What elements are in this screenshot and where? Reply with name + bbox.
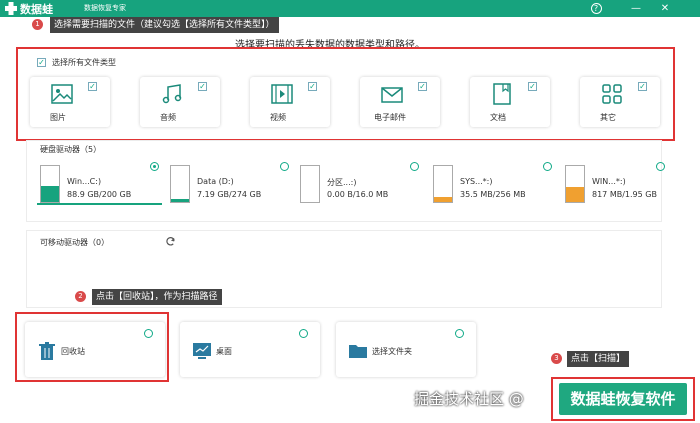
disk-icon <box>300 165 320 203</box>
drive-name: SYS...*:) <box>460 177 493 186</box>
disk-usage-fill <box>434 196 452 202</box>
refresh-icon[interactable] <box>165 236 176 247</box>
disk-usage-fill <box>566 186 584 202</box>
watermark-text: 掘金技术社区 @ <box>414 390 524 408</box>
desktop-icon <box>193 343 211 359</box>
drive-size: 0.00 B/16.0 MB <box>327 190 389 199</box>
other-icon <box>602 84 622 104</box>
file-type-label: 其它 <box>600 113 616 122</box>
app-brand: 数据蛙 <box>20 3 53 16</box>
image-checkbox[interactable]: ✓ <box>88 82 97 91</box>
disk-usage-fill <box>171 199 189 202</box>
recycle-bin-icon <box>39 342 55 360</box>
other-checkbox[interactable]: ✓ <box>638 82 647 91</box>
drive-radio[interactable] <box>150 162 159 171</box>
select-all-types[interactable]: ✓ 选择所有文件类型 <box>37 57 116 68</box>
drive-name: 分区...:) <box>327 178 357 187</box>
video-icon <box>271 84 293 104</box>
step-3-marker: 3 <box>551 353 562 364</box>
drive-name: Data (D:) <box>197 177 234 186</box>
folder-icon <box>349 345 367 358</box>
document-checkbox[interactable]: ✓ <box>528 82 537 91</box>
location-radio[interactable] <box>455 329 464 338</box>
file-type-video[interactable]: ✓ 视频 <box>250 77 330 127</box>
drive-size: 35.5 MB/256 MB <box>460 190 526 199</box>
drive-radio[interactable] <box>543 162 552 171</box>
location-label: 桌面 <box>216 347 232 356</box>
drive-radio[interactable] <box>280 162 289 171</box>
file-type-label: 视频 <box>270 113 286 122</box>
video-checkbox[interactable]: ✓ <box>308 82 317 91</box>
file-type-audio[interactable]: ✓ 音频 <box>140 77 220 127</box>
location-choose-folder[interactable]: 选择文件夹 <box>336 322 476 377</box>
file-type-email[interactable]: ✓ 电子邮件 <box>360 77 440 127</box>
step-2-callout: 点击【回收站】，作为扫描路径 <box>92 289 222 305</box>
disk-usage-fill <box>41 186 59 202</box>
help-button[interactable]: ? <box>588 1 604 16</box>
scan-button[interactable]: 数据蛙恢复软件 <box>559 383 687 415</box>
drive-name: Win...C:) <box>67 177 102 186</box>
file-type-label: 图片 <box>50 113 66 122</box>
drive-size: 817 MB/1.95 GB <box>592 190 657 199</box>
step-2-marker: 2 <box>75 291 86 302</box>
drive-win[interactable]: WIN...*:) 817 MB/1.95 GB <box>562 160 687 204</box>
disk-icon <box>433 165 453 203</box>
help-icon: ? <box>590 3 602 14</box>
minimize-button[interactable]: — <box>628 1 644 16</box>
location-radio[interactable] <box>144 329 153 338</box>
location-recycle-bin[interactable]: 回收站 <box>25 322 165 377</box>
location-radio[interactable] <box>299 329 308 338</box>
selected-underline <box>37 203 162 205</box>
removable-title: 可移动驱动器（0） <box>40 238 110 247</box>
image-icon <box>51 84 73 104</box>
disk-icon <box>40 165 60 203</box>
title-bar: 数据蛙 数据恢复专家 ? — ✕ <box>0 0 700 17</box>
disk-icon <box>565 165 585 203</box>
drive-radio[interactable] <box>656 162 665 171</box>
close-button[interactable]: ✕ <box>657 1 673 16</box>
step-3-callout: 点击【扫描】 <box>567 351 630 367</box>
hard-drive-title: 硬盘驱动器（5） <box>40 145 102 154</box>
drive-radio[interactable] <box>410 162 419 171</box>
select-all-label: 选择所有文件类型 <box>52 58 116 67</box>
file-type-label: 音频 <box>160 113 176 122</box>
frog-logo-icon <box>5 2 17 15</box>
drive-name: WIN...*:) <box>592 177 626 186</box>
document-icon <box>493 83 511 105</box>
step-1-marker: 1 <box>32 19 43 30</box>
email-icon <box>381 87 403 103</box>
file-type-document[interactable]: ✓ 文档 <box>470 77 550 127</box>
location-label: 回收站 <box>61 347 85 356</box>
drive-size: 88.9 GB/200 GB <box>67 190 132 199</box>
email-checkbox[interactable]: ✓ <box>418 82 427 91</box>
file-type-image[interactable]: ✓ 图片 <box>30 77 110 127</box>
drive-c[interactable]: Win...C:) 88.9 GB/200 GB <box>37 160 162 205</box>
file-type-label: 文档 <box>490 113 506 122</box>
audio-checkbox[interactable]: ✓ <box>198 82 207 91</box>
drive-sys[interactable]: SYS...*:) 35.5 MB/256 MB <box>430 160 555 204</box>
music-icon <box>162 84 182 104</box>
file-type-label: 电子邮件 <box>374 113 406 122</box>
file-type-other[interactable]: ✓ 其它 <box>580 77 660 127</box>
location-desktop[interactable]: 桌面 <box>180 322 320 377</box>
drive-partition[interactable]: 分区...:) 0.00 B/16.0 MB <box>297 160 422 204</box>
app-subtitle: 数据恢复专家 <box>84 4 126 12</box>
drive-size: 7.19 GB/274 GB <box>197 190 262 199</box>
step-1-callout: 选择需要扫描的文件（建议勾选【选择所有文件类型】） <box>50 17 279 33</box>
drive-d[interactable]: Data (D:) 7.19 GB/274 GB <box>167 160 292 204</box>
disk-icon <box>170 165 190 203</box>
location-label: 选择文件夹 <box>372 347 412 356</box>
select-all-checkbox[interactable]: ✓ <box>37 58 46 67</box>
